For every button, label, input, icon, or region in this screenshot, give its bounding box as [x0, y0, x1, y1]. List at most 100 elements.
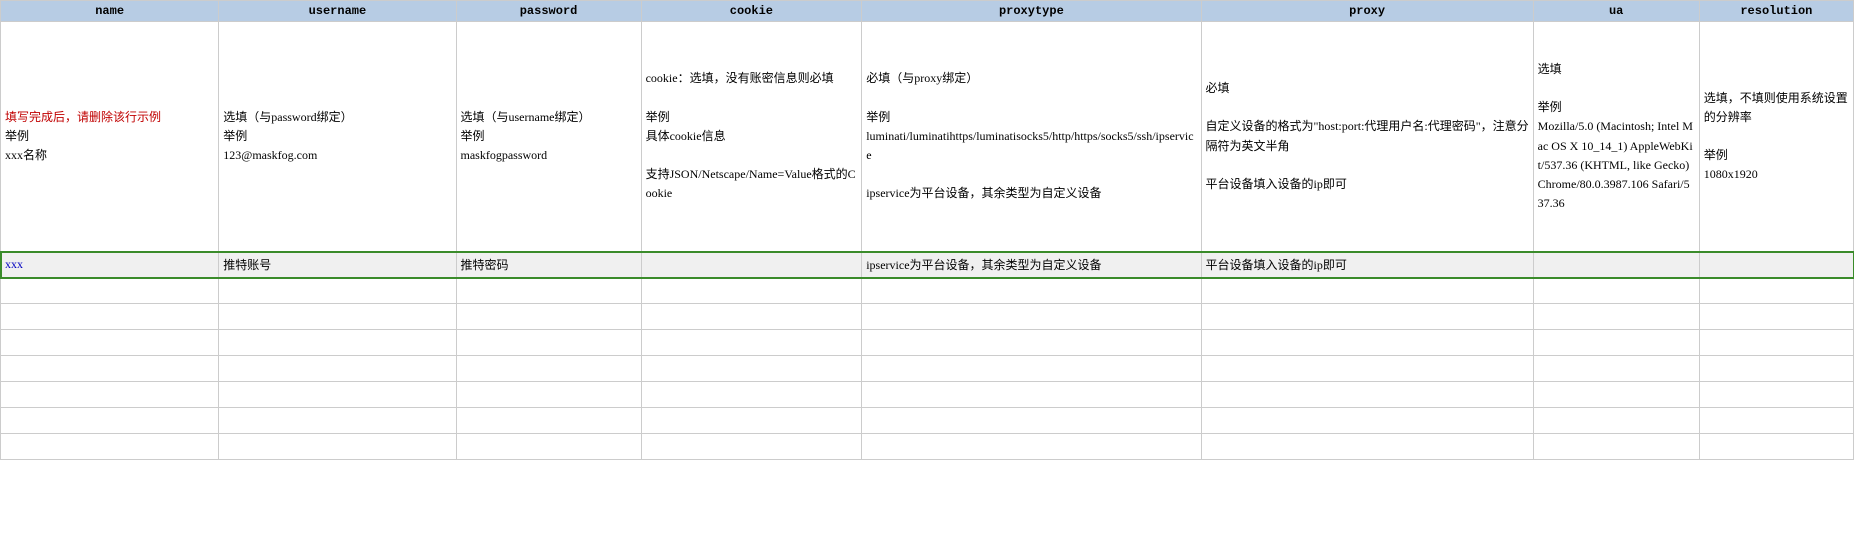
empty-cell[interactable]: [1533, 434, 1699, 460]
header-username[interactable]: username: [219, 1, 456, 22]
empty-row[interactable]: [1, 434, 1854, 460]
empty-cell[interactable]: [1533, 382, 1699, 408]
cell-desc-password[interactable]: 选填（与username绑定） 举例 maskfogpassword: [456, 22, 641, 252]
desc-name-warning: 填写完成后，请删除该行示例: [5, 110, 161, 124]
empty-cell[interactable]: [219, 408, 456, 434]
empty-cell[interactable]: [1, 278, 219, 304]
cell-row2-proxytype[interactable]: ipservice为平台设备，其余类型为自定义设备: [862, 252, 1201, 278]
empty-cell[interactable]: [1699, 434, 1853, 460]
empty-cell[interactable]: [1, 434, 219, 460]
desc-ua-l1: 选填: [1538, 62, 1562, 76]
empty-cell[interactable]: [1699, 408, 1853, 434]
header-proxytype[interactable]: proxytype: [862, 1, 1201, 22]
empty-cell[interactable]: [1, 330, 219, 356]
empty-cell[interactable]: [862, 356, 1201, 382]
empty-cell[interactable]: [1533, 408, 1699, 434]
empty-row[interactable]: [1, 408, 1854, 434]
cell-desc-name[interactable]: 填写完成后，请删除该行示例 举例 xxx名称: [1, 22, 219, 252]
empty-cell[interactable]: [862, 382, 1201, 408]
header-ua[interactable]: ua: [1533, 1, 1699, 22]
empty-row[interactable]: [1, 278, 1854, 304]
header-resolution[interactable]: resolution: [1699, 1, 1853, 22]
cell-row2-proxy[interactable]: 平台设备填入设备的ip即可: [1201, 252, 1533, 278]
header-name[interactable]: name: [1, 1, 219, 22]
empty-cell[interactable]: [456, 278, 641, 304]
desc-ua-l2: 举例: [1538, 100, 1562, 114]
empty-cell[interactable]: [219, 304, 456, 330]
empty-cell[interactable]: [1201, 356, 1533, 382]
data-row-selected[interactable]: xxx 推特账号 推特密码 ipservice为平台设备，其余类型为自定义设备 …: [1, 252, 1854, 278]
empty-cell[interactable]: [456, 356, 641, 382]
desc-name-example-value: xxx名称: [5, 148, 47, 162]
empty-cell[interactable]: [1201, 382, 1533, 408]
empty-row[interactable]: [1, 382, 1854, 408]
empty-cell[interactable]: [641, 382, 862, 408]
empty-cell[interactable]: [456, 434, 641, 460]
cell-row2-username[interactable]: 推特账号: [219, 252, 456, 278]
empty-cell[interactable]: [456, 382, 641, 408]
empty-cell[interactable]: [641, 434, 862, 460]
cell-desc-proxy[interactable]: 必填 自定义设备的格式为"host:port:代理用户名:代理密码"，注意分隔符…: [1201, 22, 1533, 252]
empty-cell[interactable]: [219, 434, 456, 460]
desc-password-l1: 选填（与username绑定）: [461, 110, 591, 124]
cell-desc-resolution[interactable]: 选填，不填则使用系统设置的分辨率 举例 1080x1920: [1699, 22, 1853, 252]
cell-desc-username[interactable]: 选填（与password绑定） 举例 123@maskfog.com: [219, 22, 456, 252]
desc-cookie-l2: 举例: [646, 110, 670, 124]
empty-cell[interactable]: [641, 304, 862, 330]
empty-cell[interactable]: [219, 356, 456, 382]
empty-cell[interactable]: [1, 382, 219, 408]
empty-cell[interactable]: [1533, 304, 1699, 330]
empty-cell[interactable]: [862, 278, 1201, 304]
empty-cell[interactable]: [641, 408, 862, 434]
cell-row2-name[interactable]: xxx: [1, 252, 219, 278]
empty-cell[interactable]: [641, 330, 862, 356]
empty-cell[interactable]: [1699, 356, 1853, 382]
empty-cell[interactable]: [1, 356, 219, 382]
cell-desc-proxytype[interactable]: 必填（与proxy绑定） 举例 luminati/luminatihttps/l…: [862, 22, 1201, 252]
empty-cell[interactable]: [1533, 356, 1699, 382]
empty-cell[interactable]: [862, 330, 1201, 356]
header-cookie[interactable]: cookie: [641, 1, 862, 22]
empty-cell[interactable]: [1201, 408, 1533, 434]
empty-row[interactable]: [1, 330, 1854, 356]
cell-row2-resolution[interactable]: [1699, 252, 1853, 278]
empty-cell[interactable]: [1533, 278, 1699, 304]
empty-cell[interactable]: [1201, 278, 1533, 304]
empty-row[interactable]: [1, 304, 1854, 330]
header-proxy[interactable]: proxy: [1201, 1, 1533, 22]
empty-cell[interactable]: [1533, 330, 1699, 356]
empty-cell[interactable]: [219, 382, 456, 408]
spreadsheet-table[interactable]: name username password cookie proxytype …: [0, 0, 1854, 460]
desc-proxy-l1: 必填: [1206, 81, 1230, 95]
cell-desc-ua[interactable]: 选填 举例 Mozilla/5.0 (Macintosh; Intel Mac …: [1533, 22, 1699, 252]
empty-cell[interactable]: [219, 330, 456, 356]
empty-cell[interactable]: [862, 434, 1201, 460]
desc-name-example-label: 举例: [5, 129, 29, 143]
empty-cell[interactable]: [1699, 382, 1853, 408]
empty-cell[interactable]: [1699, 278, 1853, 304]
empty-cell[interactable]: [1699, 304, 1853, 330]
cell-row2-cookie[interactable]: [641, 252, 862, 278]
empty-cell[interactable]: [1201, 330, 1533, 356]
cell-row2-password[interactable]: 推特密码: [456, 252, 641, 278]
empty-cell[interactable]: [219, 278, 456, 304]
empty-cell[interactable]: [641, 356, 862, 382]
empty-cell[interactable]: [1201, 434, 1533, 460]
empty-row[interactable]: [1, 356, 1854, 382]
empty-cell[interactable]: [1201, 304, 1533, 330]
empty-cell[interactable]: [456, 304, 641, 330]
empty-cell[interactable]: [1, 304, 219, 330]
empty-cell[interactable]: [1699, 330, 1853, 356]
empty-cell[interactable]: [1, 408, 219, 434]
empty-cell[interactable]: [862, 408, 1201, 434]
empty-cell[interactable]: [456, 330, 641, 356]
empty-cell[interactable]: [862, 304, 1201, 330]
desc-username-l3: 123@maskfog.com: [223, 148, 317, 162]
desc-res-l2: 举例: [1704, 148, 1728, 162]
empty-cell[interactable]: [456, 408, 641, 434]
header-password[interactable]: password: [456, 1, 641, 22]
cell-desc-cookie[interactable]: cookie：选填，没有账密信息则必填 举例 具体cookie信息 支持JSON…: [641, 22, 862, 252]
empty-cell[interactable]: [641, 278, 862, 304]
cell-row2-ua[interactable]: [1533, 252, 1699, 278]
desc-cookie-l1: cookie：选填，没有账密信息则必填: [646, 71, 834, 85]
